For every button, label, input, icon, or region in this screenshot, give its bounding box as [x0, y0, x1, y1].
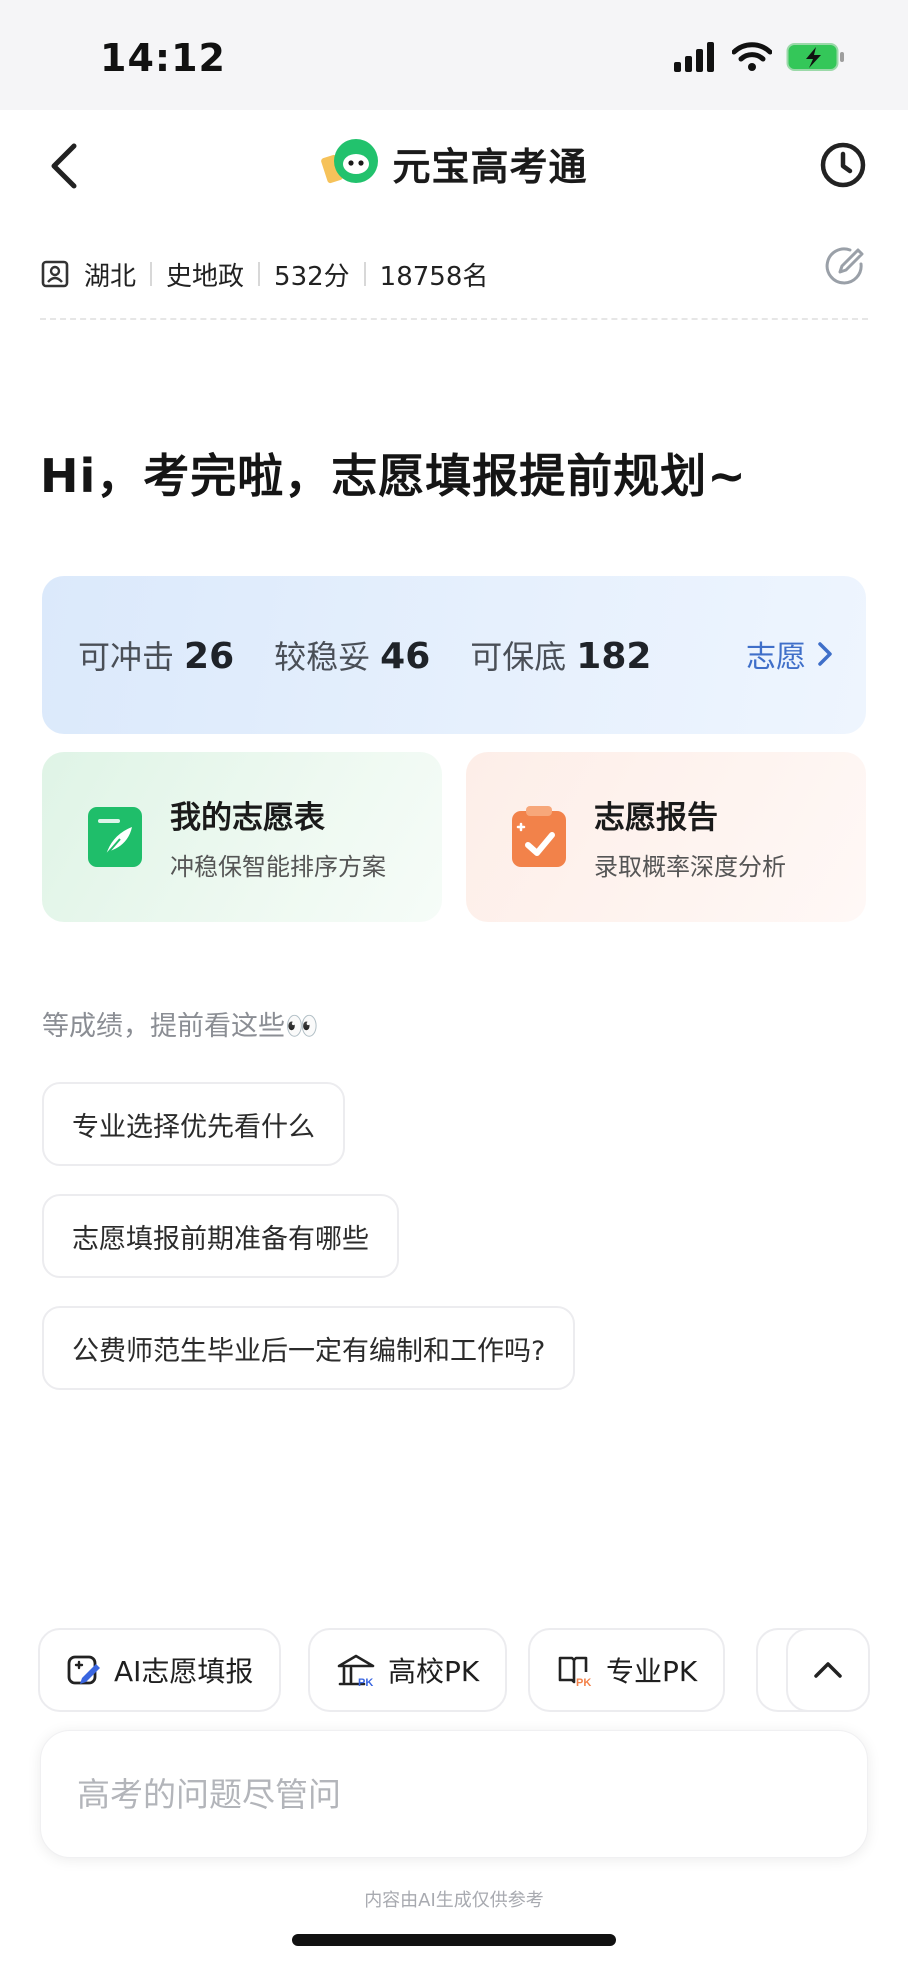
stat-label: 可保底: [470, 638, 567, 676]
school-pk-icon: PK: [337, 1654, 375, 1688]
svg-text:PK: PK: [576, 1677, 591, 1688]
divider: [363, 262, 366, 286]
card-subtitle: 录取概率深度分析: [594, 853, 786, 881]
history-clock-icon[interactable]: [818, 140, 868, 190]
book-pk-icon: PK: [558, 1656, 591, 1688]
stat-match: 较稳妥 46: [274, 632, 430, 678]
quick-action-label: 高校PK: [388, 1655, 480, 1688]
divider: [258, 262, 261, 286]
clipboard-check-icon: [512, 806, 566, 867]
chevron-right-icon: [818, 642, 832, 666]
profile-rank: 18758名: [379, 261, 489, 292]
form-leaf-icon: [88, 807, 142, 867]
edit-icon[interactable]: [820, 242, 868, 290]
stat-value: 46: [380, 636, 431, 677]
status-time: 14:12: [100, 36, 226, 80]
profile-subjects: 史地政: [166, 261, 245, 292]
greeting-heading: Hi，考完啦，志愿填报提前规划~: [40, 449, 747, 503]
divider: [150, 262, 153, 286]
home-indicator: [292, 1934, 616, 1946]
stat-reach: 可冲击 26: [78, 632, 234, 678]
suggestion-chip[interactable]: 专业选择优先看什么: [42, 1082, 345, 1166]
quick-actions-row: AI志愿填报 PK 高校PK PK 专业PK: [38, 1628, 870, 1712]
ai-edit-icon: [67, 1655, 100, 1685]
stat-value: 182: [576, 636, 652, 677]
stat-safe: 可保底 182: [470, 632, 651, 678]
nav-title-group: 元宝高考通: [0, 134, 908, 192]
stat-label: 较稳妥: [274, 638, 371, 676]
yuanbao-logo-icon: [321, 139, 379, 184]
card-text: 志愿报告 录取概率深度分析: [594, 792, 786, 882]
nav-bar: 元宝高考通: [0, 110, 908, 220]
card-text: 我的志愿表 冲稳保智能排序方案: [170, 792, 386, 882]
status-icons: [674, 42, 846, 72]
card-title: 志愿报告: [594, 800, 718, 836]
volunteer-link[interactable]: 志愿: [746, 632, 834, 676]
stat-label: 可冲击: [78, 638, 175, 676]
card-title: 我的志愿表: [170, 800, 325, 836]
question-input[interactable]: [77, 1774, 797, 1814]
chevron-up-icon: [814, 1662, 842, 1678]
profile-score: 532分: [274, 261, 350, 292]
status-bar: 14:12: [0, 0, 908, 110]
card-subtitle: 冲稳保智能排序方案: [170, 853, 386, 881]
svg-text:PK: PK: [358, 1677, 373, 1688]
suggestion-chip[interactable]: 志愿填报前期准备有哪些: [42, 1194, 399, 1278]
nav-title: 元宝高考通: [392, 144, 588, 189]
ai-disclaimer: 内容由AI生成仅供参考: [364, 1890, 544, 1911]
quick-action-label: AI志愿填报: [114, 1655, 254, 1688]
wifi-icon: [732, 42, 772, 71]
volunteer-report-card[interactable]: 志愿报告 录取概率深度分析: [466, 752, 866, 922]
suggestion-chip[interactable]: 公费师范生毕业后一定有编制和工作吗?: [42, 1306, 576, 1390]
question-input-box[interactable]: [40, 1730, 868, 1858]
profile-province: 湖北: [84, 261, 137, 292]
stat-value: 26: [184, 636, 235, 677]
admission-stats-card[interactable]: 可冲击 26 较稳妥 46 可保底 182 志愿: [42, 576, 866, 734]
battery-charging-icon: [786, 43, 844, 71]
major-pk-button[interactable]: PK 专业PK: [528, 1628, 726, 1712]
id-card-icon: [41, 260, 69, 288]
signal-icon: [674, 42, 714, 72]
ai-volunteer-button[interactable]: AI志愿填报: [38, 1628, 282, 1712]
expand-actions-button[interactable]: [786, 1628, 870, 1712]
quick-action-label: 专业PK: [606, 1655, 698, 1688]
profile-bar[interactable]: 湖北 史地政 532分 18758名: [40, 240, 868, 320]
volunteer-link-label: 志愿: [746, 640, 806, 675]
section-title: 等成绩，提前看这些👀: [42, 1011, 319, 1042]
school-pk-button[interactable]: PK 高校PK: [308, 1628, 508, 1712]
my-volunteer-table-card[interactable]: 我的志愿表 冲稳保智能排序方案: [42, 752, 442, 922]
